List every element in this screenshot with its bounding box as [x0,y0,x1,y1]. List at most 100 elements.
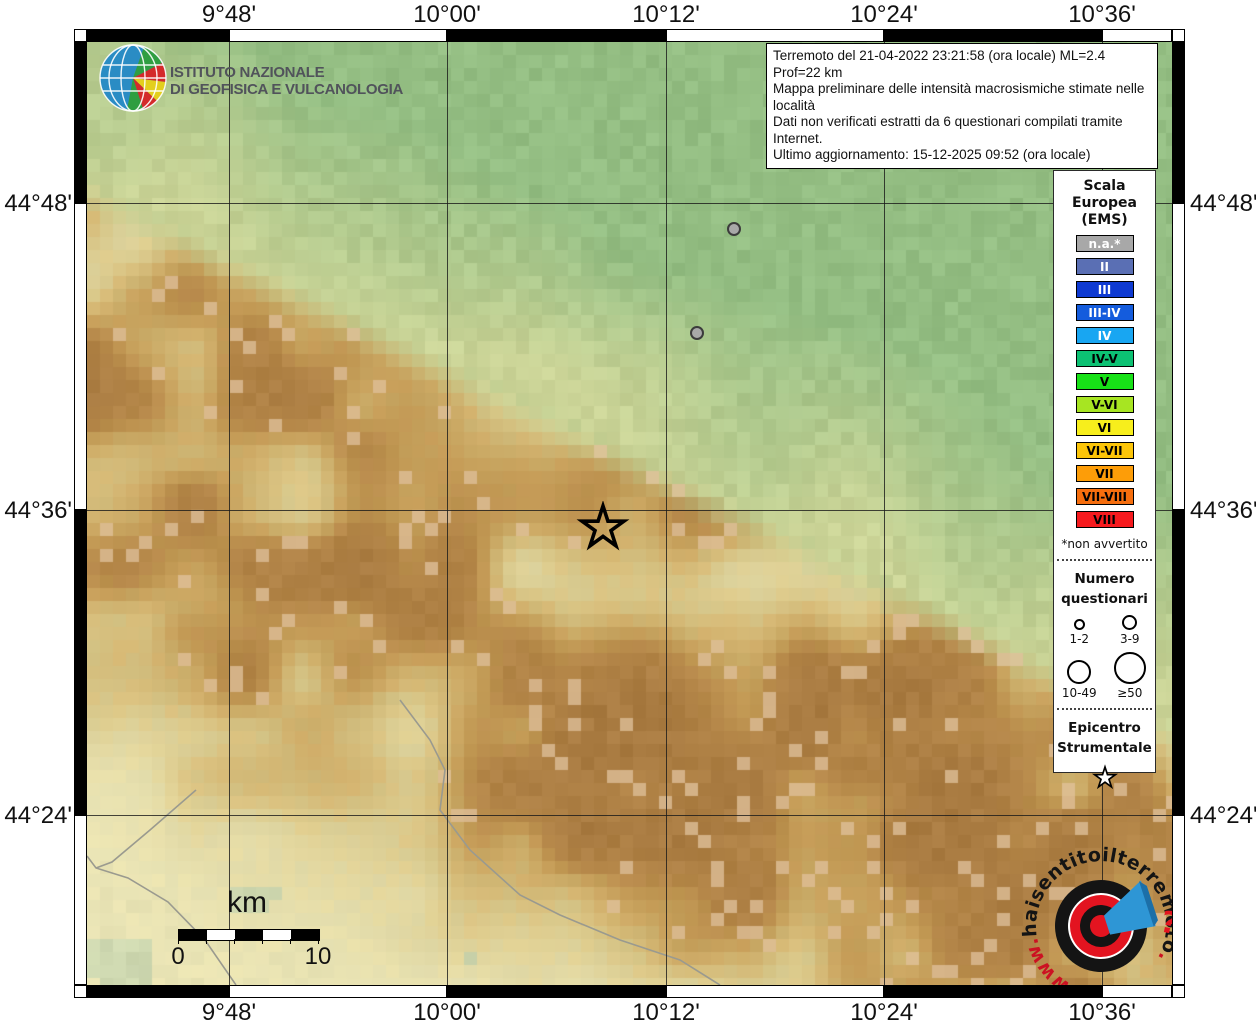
intensity-swatch: VII-VIII [1075,488,1134,505]
axis-label-top: 9°48' [201,1,257,28]
frame-segment [1172,815,1185,985]
frame-segment [1172,42,1185,203]
frame-segment [74,510,87,815]
questionnaire-label: 10-49 [1061,686,1097,700]
questionnaire-circle-icon [1113,652,1146,684]
legend-divider [1057,559,1152,561]
intensity-swatch: IV-V [1075,350,1134,367]
axis-label-top: 10°12' [632,1,700,28]
scalebar-tick [290,939,291,944]
intensity-swatch: n.a.* [1075,235,1134,252]
questionnaire-row: 1-2 3-9 [1054,615,1155,646]
scalebar-tick [318,939,319,944]
scalebar-tick [262,939,263,944]
scalebar-tick [206,939,207,944]
frame-segment [447,985,666,998]
axis-label-bottom: 10°36' [1068,999,1136,1024]
scalebar [178,929,320,941]
axis-label-right: 44°24' [1190,802,1256,829]
scalebar-tick [234,939,235,944]
ingv-wordmark: ISTITUTO NAZIONALE DI GEOFISICA E VULCAN… [170,64,403,98]
legend-divider [1057,708,1152,710]
intensity-swatch: VI [1075,419,1134,436]
frame-segment [74,42,87,203]
questionnaire-row: 10-49 ≥50 [1054,652,1155,700]
scalebar-start-label: 0 [171,943,185,970]
frame-segment [1102,985,1172,998]
axis-label-left: 44°48' [4,190,72,217]
grid-line [884,42,885,985]
axis-label-top: 10°36' [1068,1,1136,28]
frame-segment [447,29,666,42]
axis-label-right: 44°36' [1190,497,1256,524]
ingv-logo-icon [99,44,167,112]
frame-segment [884,29,1102,42]
frame-segment [74,985,87,998]
intensity-swatch: V-VI [1075,396,1134,413]
intensity-swatch: III-IV [1075,304,1134,321]
legend-panel: Scala Europea (EMS) n.a.* II III III-IV IV IV… [1053,170,1156,790]
questionnaires-title: Numero questionari [1061,571,1148,607]
axis-label-left: 44°36' [4,497,72,524]
scalebar-segment [207,930,235,940]
ingv-shakemap-page: { "info_box": { "lines": [ "Terremoto de… [0,0,1256,1024]
scalebar-segment [263,930,291,940]
axis-label-bottom: 10°24' [850,999,918,1024]
frame-segment [229,985,447,998]
questionnaire-circle-icon [1122,615,1138,630]
scalebar-segment [235,930,263,940]
axis-label-bottom: 9°48' [201,999,257,1024]
grid-line [87,815,1172,816]
frame-segment [884,985,1102,998]
frame-segment [666,985,884,998]
epicenter-legend-star-icon [1091,764,1118,790]
axis-label-right: 44°48' [1190,190,1256,217]
grid-line [666,42,667,985]
frame-segment [1172,29,1185,42]
frame-segment [74,815,87,985]
scalebar-segment [291,930,319,940]
axis-label-top: 10°24' [850,1,918,28]
frame-segment [1172,985,1185,998]
observation-marker [690,326,704,340]
grid-line [229,42,230,985]
frame-segment [87,985,229,998]
intensity-swatch: III [1075,281,1134,298]
info-box-line: Terremoto del 21-04-2022 23:21:58 (ora l… [773,48,1106,80]
axis-label-left: 44°24' [4,802,72,829]
scalebar-tick [178,939,179,944]
terrain-map: ISTITUTO NAZIONALE DI GEOFISICA E VULCAN… [87,42,1172,985]
epicenter-legend-title: Epicentro Strumentale [1057,720,1152,756]
questionnaire-label: 1-2 [1069,632,1090,646]
frame-segment [87,29,229,42]
grid-line [447,42,448,985]
info-box-line: Ultimo aggiornamento: 15-12-2025 09:52 (… [773,147,1091,162]
intensity-swatch: VIII [1075,511,1134,528]
questionnaire-circle-icon [1067,660,1092,684]
questionnaire-size: 3-9 [1107,615,1153,646]
intensity-swatch: II [1075,258,1134,275]
intensity-swatch: VI-VII [1075,442,1134,459]
questionnaire-size: ≥50 [1107,652,1153,700]
frame-segment [1172,510,1185,815]
ingv-wordmark-line1: ISTITUTO NAZIONALE [170,64,325,81]
observation-marker [727,222,741,236]
axis-label-bottom: 10°00' [413,999,481,1024]
axis-label-top: 10°00' [413,1,481,28]
legend-footnote: *non avvertito [1061,537,1148,551]
frame-segment [74,29,87,42]
intensity-swatch: IV [1075,327,1134,344]
frame-segment [74,203,87,510]
grid-line [87,203,1172,204]
intensity-swatch: V [1075,373,1134,390]
questionnaire-label: 3-9 [1119,632,1140,646]
questionnaire-circle-icon [1073,619,1085,630]
intensity-swatch: VII [1075,465,1134,482]
legend-title: Scala Europea (EMS) [1071,178,1138,228]
scalebar-unit-label: km [227,886,267,919]
earthquake-info-box: Terremoto del 21-04-2022 23:21:58 (ora l… [766,43,1158,169]
scalebar-end-label: 10 [304,943,332,970]
questionnaire-size: 10-49 [1056,660,1102,700]
ingv-wordmark-line2: DI GEOFISICA E VULCANOLOGIA [170,81,404,98]
frame-segment [1102,29,1172,42]
